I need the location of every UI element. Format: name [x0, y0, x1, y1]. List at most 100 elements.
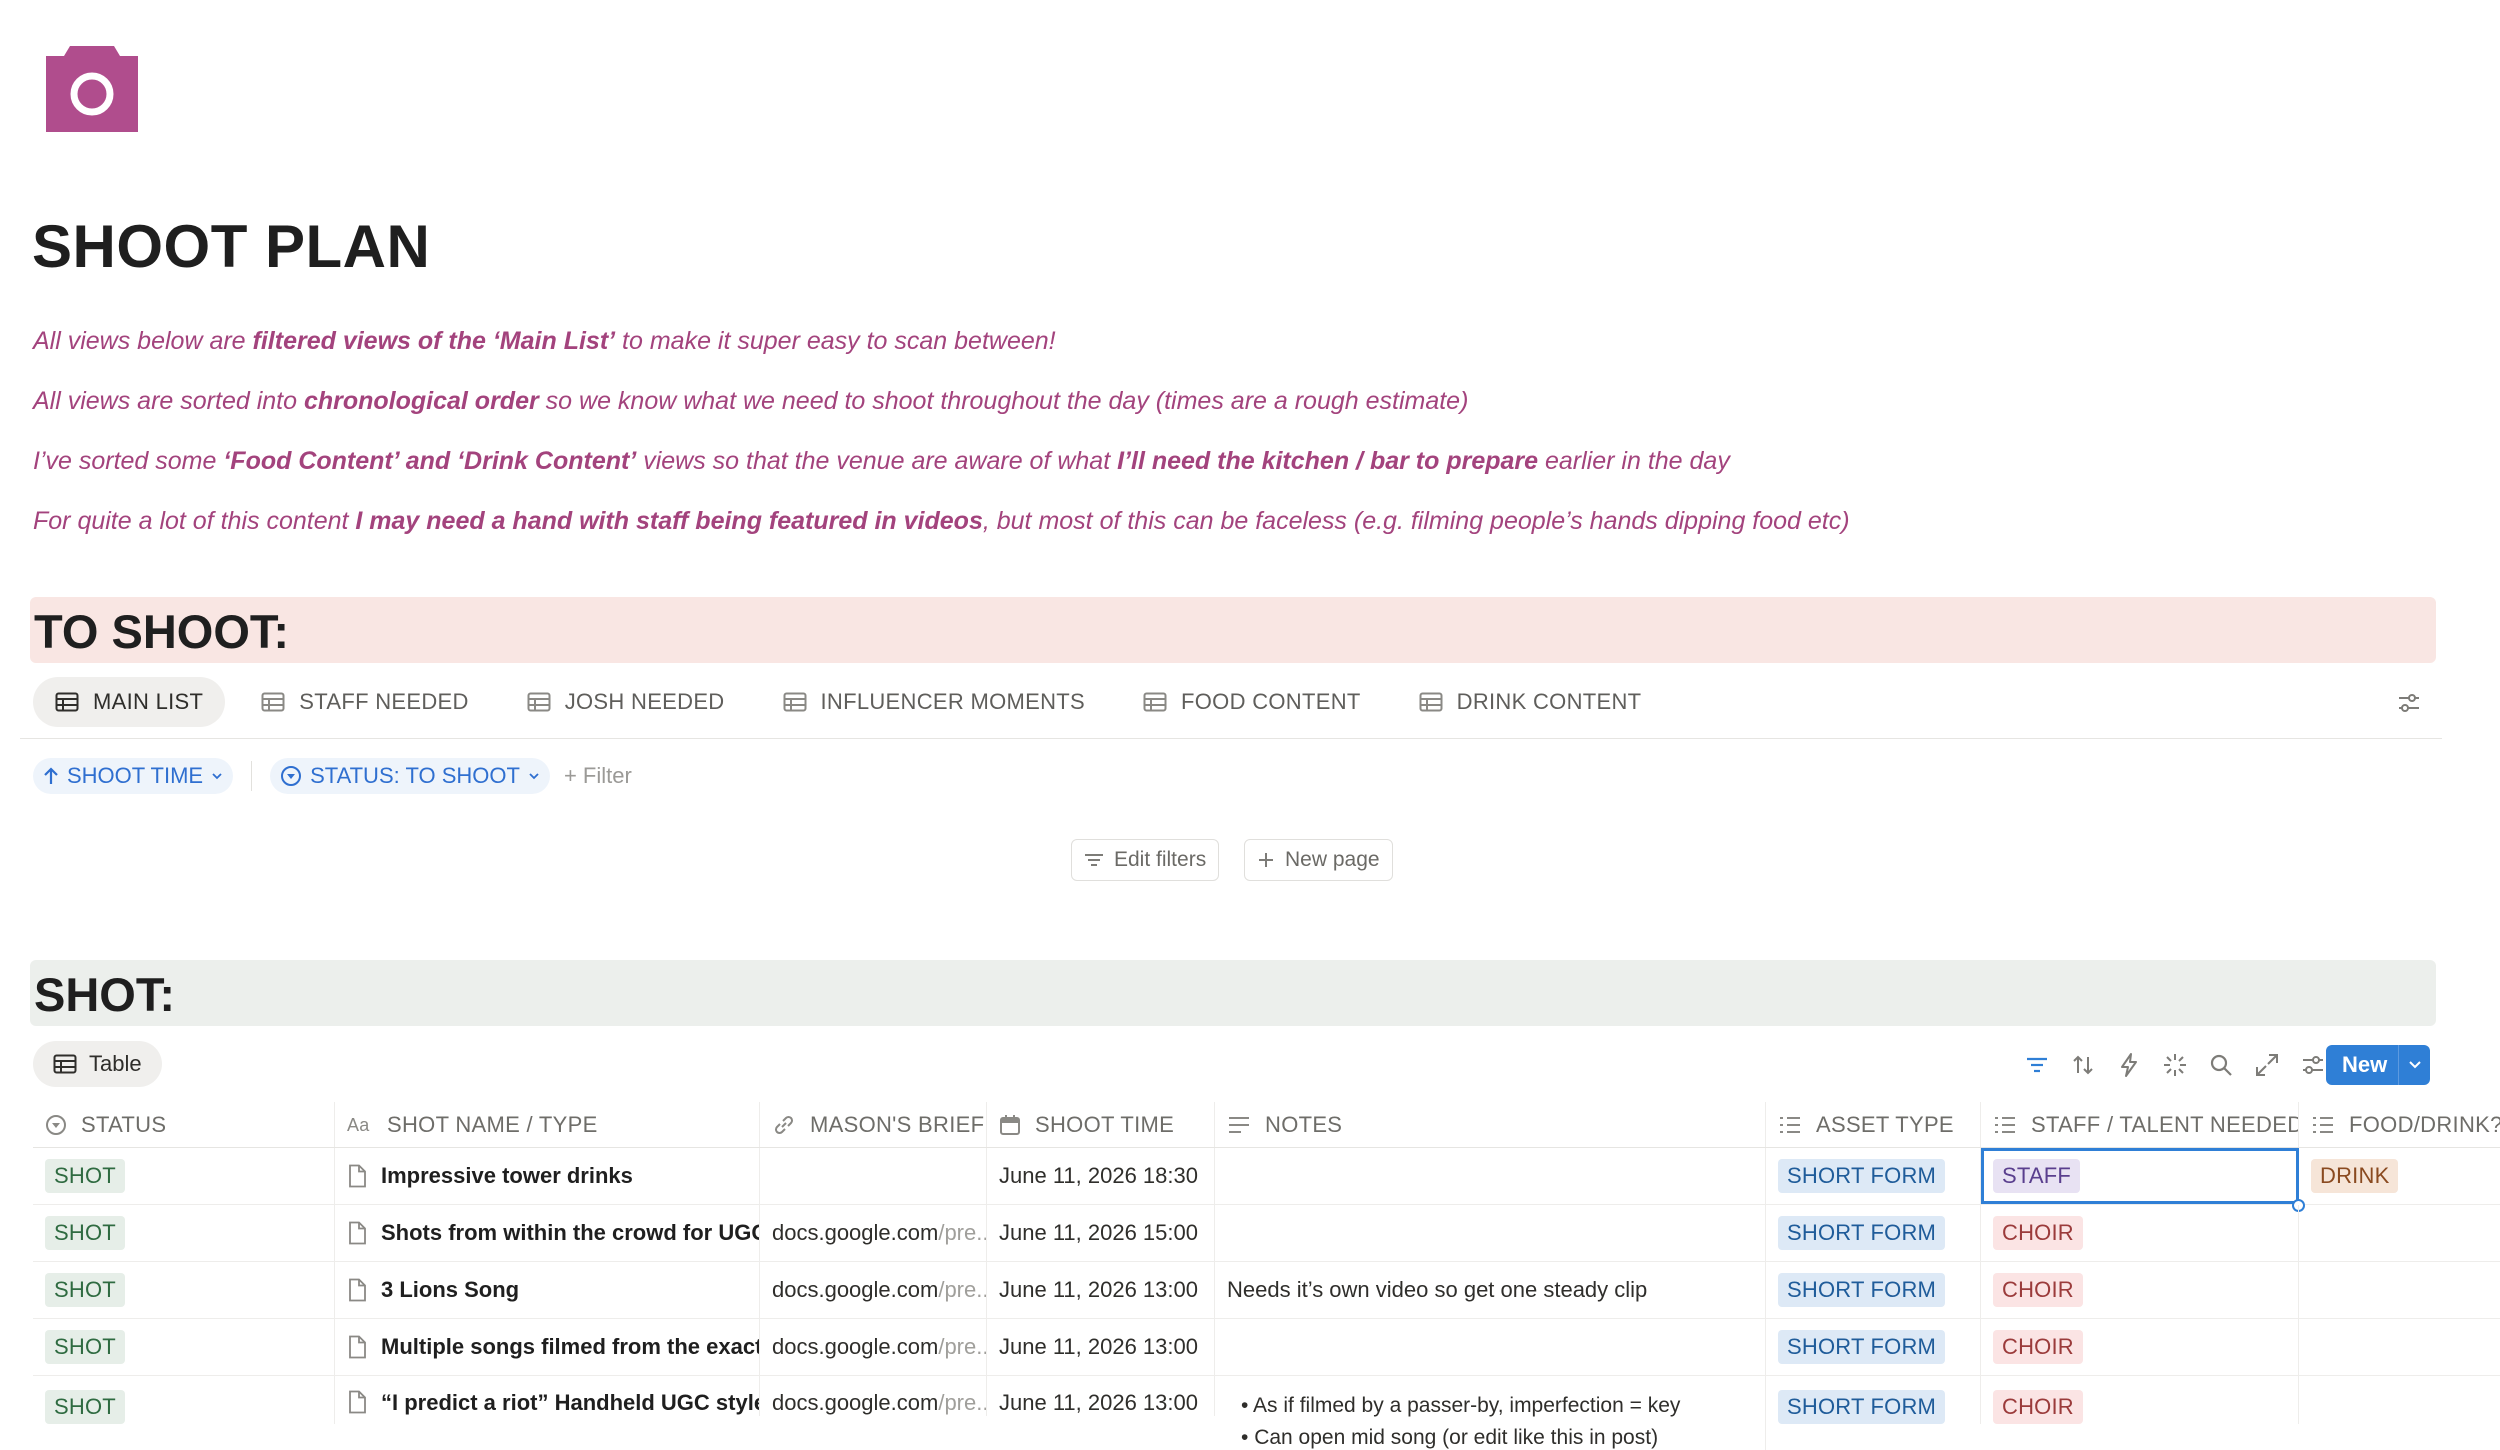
new-page-button[interactable]: New page — [1244, 839, 1393, 881]
talent-cell[interactable]: CHOIR — [1981, 1319, 2299, 1375]
shoot-time: June 11, 2026 18:30 — [999, 1163, 1198, 1188]
camera-icon — [46, 46, 138, 132]
status-cell[interactable]: SHOT — [33, 1148, 335, 1204]
food-drink-cell[interactable] — [2299, 1319, 2500, 1375]
shoot-time-cell[interactable]: June 11, 2026 13:00 — [987, 1319, 1215, 1375]
brief-link-cell[interactable]: docs.google.com/pre... — [760, 1205, 987, 1261]
tab-food-content[interactable]: FOOD CONTENT — [1121, 677, 1383, 727]
edit-filters-button[interactable]: Edit filters — [1071, 839, 1220, 881]
food-drink-cell[interactable] — [2299, 1262, 2500, 1318]
talent-cell[interactable]: CHOIR — [1981, 1205, 2299, 1261]
to-shoot-heading: TO SHOOT: — [34, 605, 290, 658]
tab-influencer-moments[interactable]: INFLUENCER MOMENTS — [761, 677, 1108, 727]
table-icon — [783, 692, 821, 712]
column-header-label: STATUS — [81, 1111, 167, 1137]
brief-link[interactable]: docs.google.com/pre... — [772, 1277, 986, 1303]
tab-label: FOOD CONTENT — [1181, 689, 1361, 714]
shoot-time: June 11, 2026 13:00 — [999, 1334, 1198, 1359]
food-drink-cell[interactable] — [2299, 1376, 2500, 1390]
brief-link-cell[interactable]: docs.google.com/pre... — [760, 1376, 987, 1416]
notes-cell[interactable] — [1215, 1205, 1766, 1261]
table-row[interactable]: SHOT “I predict a riot” Handheld UGC styl… — [33, 1376, 2500, 1450]
intro-emphasis: ‘Food Content’ and ‘Drink Content’ — [223, 447, 637, 475]
shot-name-cell[interactable]: Shots from within the crowd for UGC feel — [335, 1205, 760, 1261]
column-header[interactable]: Aa SHOT NAME / TYPE — [335, 1102, 760, 1147]
asset-type-cell[interactable]: SHORT FORM — [1766, 1205, 1981, 1261]
talent-cell[interactable]: STAFF — [1981, 1148, 2305, 1212]
brief-link-cell[interactable]: docs.google.com/pre... — [760, 1319, 987, 1375]
column-header[interactable]: SHOOT TIME — [987, 1102, 1215, 1147]
brief-link[interactable]: docs.google.com/pre... — [772, 1390, 986, 1416]
lightning-icon[interactable] — [2116, 1052, 2142, 1078]
notes-cell[interactable] — [1215, 1319, 1766, 1375]
settings-sliders-icon[interactable] — [2300, 1052, 2326, 1078]
status-cell[interactable]: SHOT — [33, 1376, 335, 1424]
shoot-time-cell[interactable]: June 11, 2026 15:00 — [987, 1205, 1215, 1261]
shot-name-cell[interactable]: “I predict a riot” Handheld UGC style vi… — [335, 1376, 760, 1416]
column-header[interactable]: FOOD/DRINK? — [2299, 1102, 2500, 1147]
status-filter-pill[interactable]: STATUS: TO SHOOT — [270, 758, 550, 794]
brief-link[interactable]: docs.google.com/pre... — [772, 1220, 986, 1246]
table-toolbar — [2024, 1052, 2326, 1078]
talent-cell[interactable]: CHOIR — [1981, 1376, 2299, 1424]
add-filter-button[interactable]: + Filter — [564, 763, 632, 789]
brief-link-cell[interactable] — [760, 1148, 987, 1204]
column-header[interactable]: MASON'S BRIEF — [760, 1102, 987, 1147]
tab-josh-needed[interactable]: JOSH NEEDED — [505, 677, 747, 727]
table-row[interactable]: SHOT 3 Lions Song docs.google.com/pre... Ju… — [33, 1262, 2500, 1319]
asset-type-cell[interactable]: SHORT FORM — [1766, 1319, 1981, 1375]
shot-name-cell[interactable]: Impressive tower drinks — [335, 1148, 760, 1204]
notes-cell[interactable]: As if filmed by a passer-by, imperfectio… — [1215, 1376, 1766, 1450]
status-cell[interactable]: SHOT — [33, 1319, 335, 1375]
notes-cell[interactable] — [1215, 1148, 1766, 1204]
status-cell[interactable]: SHOT — [33, 1262, 335, 1318]
tab-drink-content[interactable]: DRINK CONTENT — [1397, 677, 1664, 727]
sort-icon[interactable] — [2070, 1052, 2096, 1078]
table-row[interactable]: SHOT Shots from within the crowd for UGC … — [33, 1205, 2500, 1262]
column-header[interactable]: NOTES — [1215, 1102, 1766, 1147]
column-header[interactable]: ASSET TYPE — [1766, 1102, 1981, 1147]
asset-type-cell[interactable]: SHORT FORM — [1766, 1376, 1981, 1424]
food-drink-cell[interactable] — [2299, 1205, 2500, 1261]
intro-text-run: I’ve sorted some — [33, 447, 224, 475]
column-header[interactable]: STAFF / TALENT NEEDED — [1981, 1102, 2299, 1147]
brief-link-cell[interactable]: docs.google.com/pre... — [760, 1262, 987, 1318]
food-drink-tag: DRINK — [2311, 1159, 2399, 1193]
food-drink-cell[interactable]: DRINK — [2299, 1148, 2500, 1204]
table-row[interactable]: SHOT Impressive tower drinks June 11, 2026… — [33, 1148, 2500, 1212]
notes-text: Needs it’s own video so get one steady c… — [1227, 1277, 1648, 1302]
shoot-time-cell[interactable]: June 11, 2026 18:30 — [987, 1148, 1215, 1204]
sort-pill[interactable]: SHOOT TIME — [33, 758, 234, 794]
shoot-time-cell[interactable]: June 11, 2026 13:00 — [987, 1262, 1215, 1318]
page-icon — [347, 1390, 381, 1414]
brief-link-host: docs.google.com — [772, 1390, 939, 1415]
new-button-label: New — [2342, 1052, 2388, 1077]
ai-sparkle-icon[interactable] — [2162, 1052, 2188, 1078]
shoot-time-cell[interactable]: June 11, 2026 13:00 — [987, 1376, 1215, 1416]
talent-tag: STAFF — [1993, 1159, 2081, 1193]
tab-main-list[interactable]: MAIN LIST — [33, 677, 226, 727]
shot-heading: SHOT: — [34, 968, 175, 1021]
expand-icon[interactable] — [2254, 1052, 2280, 1078]
column-header[interactable]: STATUS — [33, 1102, 335, 1147]
tab-table[interactable]: Table — [33, 1041, 162, 1087]
view-settings-icon[interactable] — [2396, 690, 2422, 716]
add-filter-label: Filter — [582, 763, 632, 788]
chevron-down-icon[interactable] — [2399, 1060, 2430, 1070]
shot-name-cell[interactable]: Multiple songs filmed from the exact sam… — [335, 1319, 760, 1375]
new-button[interactable]: New — [2326, 1045, 2430, 1085]
talent-cell[interactable]: CHOIR — [1981, 1262, 2299, 1318]
column-header-label: MASON'S BRIEF — [810, 1111, 985, 1137]
status-cell[interactable]: SHOT — [33, 1205, 335, 1261]
notes-cell[interactable]: Needs it’s own video so get one steady c… — [1215, 1262, 1766, 1318]
shot-name-cell[interactable]: 3 Lions Song — [335, 1262, 760, 1318]
filter-icon[interactable] — [2024, 1052, 2050, 1078]
asset-type-cell[interactable]: SHORT FORM — [1766, 1262, 1981, 1318]
asset-type-cell[interactable]: SHORT FORM — [1766, 1148, 1981, 1204]
intro-text-run: views so that the venue are aware of wha… — [636, 447, 1118, 475]
tab-label: JOSH NEEDED — [564, 689, 725, 714]
brief-link[interactable]: docs.google.com/pre... — [772, 1334, 986, 1360]
tab-staff-needed[interactable]: STAFF NEEDED — [239, 677, 490, 727]
search-icon[interactable] — [2208, 1052, 2234, 1078]
table-row[interactable]: SHOT Multiple songs filmed from the exact… — [33, 1319, 2500, 1376]
